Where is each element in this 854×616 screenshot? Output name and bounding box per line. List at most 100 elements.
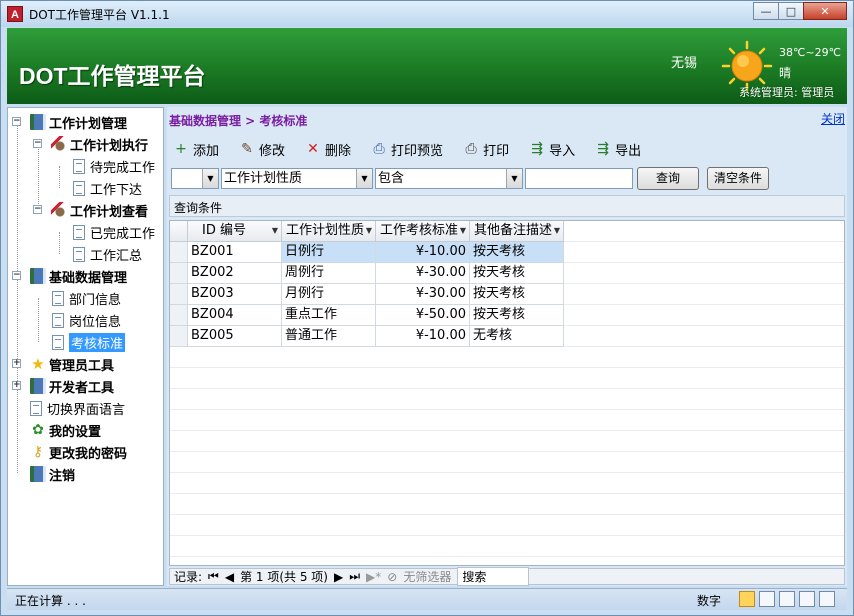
chevron-down-icon[interactable]: ▼ (356, 169, 372, 188)
column-header-plan-type[interactable]: 工作计划性质 ▼ (282, 221, 376, 242)
row-selector[interactable] (170, 242, 188, 263)
sort-dropdown-icon[interactable]: ▼ (554, 221, 560, 241)
column-header-remarks[interactable]: 其他备注描述 ▼ (470, 221, 564, 242)
previous-record-icon[interactable]: ◀ (225, 570, 234, 584)
sidebar-item-label: 切换界面语言 (47, 402, 126, 418)
chevron-down-icon[interactable]: ▼ (506, 169, 522, 188)
sidebar-item-work-plan[interactable]: − 工作计划管理 (12, 111, 127, 133)
cell-id[interactable]: BZ002 (188, 263, 282, 284)
sidebar-item-completed-work[interactable]: 已完成工作 (71, 221, 155, 243)
expand-icon[interactable]: + (12, 381, 21, 390)
column-header-label: 工作考核标准 (380, 223, 459, 238)
cell-plan-type[interactable]: 普通工作 (282, 326, 376, 347)
select-all-cell[interactable] (170, 221, 188, 242)
maximize-button[interactable]: □ (778, 2, 804, 20)
import-button[interactable]: ⇶ 导入 (529, 140, 575, 159)
sidebar-item-plan-view[interactable]: − 工作计划查看 (33, 199, 148, 221)
cell-plan-type[interactable]: 重点工作 (282, 305, 376, 326)
datasheet-view-icon[interactable] (759, 591, 775, 607)
sidebar-item-work-summary[interactable]: 工作汇总 (71, 243, 142, 265)
sidebar-item-admin-tools[interactable]: + ★ 管理员工具 (12, 353, 114, 375)
collapse-icon[interactable]: − (12, 271, 21, 280)
cell-standard[interactable]: ¥-30.00 (376, 263, 470, 284)
collapse-icon[interactable]: − (12, 117, 21, 126)
logic-select[interactable]: ▼ (171, 168, 219, 189)
sort-dropdown-icon[interactable]: ▼ (366, 221, 372, 241)
cell-id[interactable]: BZ003 (188, 284, 282, 305)
sidebar-item-change-password[interactable]: ⚷ 更改我的密码 (30, 441, 127, 463)
cell-remarks[interactable]: 按天考核 (470, 263, 564, 284)
first-record-icon[interactable]: ⏮ (208, 569, 219, 584)
delete-button[interactable]: ✕ 删除 (305, 140, 351, 159)
row-selector[interactable] (170, 284, 188, 305)
table-row[interactable]: BZ005 普通工作 ¥-10.00 无考核 (170, 326, 564, 347)
cell-standard[interactable]: ¥-50.00 (376, 305, 470, 326)
sort-dropdown-icon[interactable]: ▼ (272, 221, 278, 241)
sidebar-item-assessment-standards[interactable]: 考核标准 (50, 331, 126, 353)
last-record-icon[interactable]: ⏭ (349, 569, 360, 584)
row-selector[interactable] (170, 326, 188, 347)
row-selector[interactable] (170, 263, 188, 284)
close-tab-link[interactable]: 关闭 (821, 110, 845, 127)
table-row[interactable]: BZ003 月例行 ¥-30.00 按天考核 (170, 284, 564, 305)
query-button[interactable]: 查询 (637, 167, 699, 190)
add-button[interactable]: + 添加 (173, 140, 219, 159)
collapse-icon[interactable]: − (33, 205, 42, 214)
search-input[interactable]: 搜索 (457, 567, 530, 586)
edit-button[interactable]: ✎ 修改 (239, 140, 285, 159)
clear-conditions-button[interactable]: 清空条件 (707, 167, 769, 190)
cell-plan-type[interactable]: 月例行 (282, 284, 376, 305)
cell-standard[interactable]: ¥-10.00 (376, 326, 470, 347)
sidebar-item-switch-language[interactable]: 切换界面语言 (28, 397, 125, 419)
sidebar-item-plan-execution[interactable]: − 工作计划执行 (33, 133, 148, 155)
filter-value-input[interactable] (525, 168, 633, 189)
resize-grip-icon[interactable] (819, 591, 835, 607)
form-view-icon[interactable] (739, 591, 755, 607)
design-view-icon[interactable] (799, 591, 815, 607)
next-record-icon[interactable]: ▶ (334, 570, 343, 584)
expand-icon[interactable]: + (12, 359, 21, 368)
cell-remarks[interactable]: 无考核 (470, 326, 564, 347)
field-select[interactable]: 工作计划性质 ▼ (221, 168, 373, 189)
sidebar-item-positions[interactable]: 岗位信息 (50, 309, 121, 331)
document-icon (52, 334, 64, 350)
layout-view-icon[interactable] (779, 591, 795, 607)
cell-plan-type[interactable]: 周例行 (282, 263, 376, 284)
chevron-down-icon[interactable]: ▼ (202, 169, 218, 188)
edit-label: 修改 (259, 143, 286, 159)
minimize-button[interactable]: — (753, 2, 779, 20)
export-button[interactable]: ⇶ 导出 (595, 140, 641, 159)
column-header-standard[interactable]: 工作考核标准 ▼ (376, 221, 470, 242)
sidebar-item-base-data[interactable]: − 基础数据管理 (12, 265, 127, 287)
sidebar-item-my-settings[interactable]: ✿ 我的设置 (30, 419, 101, 441)
cell-id[interactable]: BZ004 (188, 305, 282, 326)
collapse-icon[interactable]: − (33, 139, 42, 148)
sidebar-item-work-assignment[interactable]: 工作下达 (71, 177, 142, 199)
cell-remarks[interactable]: 按天考核 (470, 284, 564, 305)
sidebar-item-departments[interactable]: 部门信息 (50, 287, 121, 309)
sort-dropdown-icon[interactable]: ▼ (460, 221, 466, 241)
cell-plan-type[interactable]: 日例行 (282, 242, 376, 263)
close-window-button[interactable]: ✕ (803, 2, 847, 20)
table-row[interactable]: BZ001 日例行 ¥-10.00 按天考核 (170, 242, 564, 263)
document-icon (73, 224, 85, 240)
table-row[interactable]: BZ004 重点工作 ¥-50.00 按天考核 (170, 305, 564, 326)
no-filter-label[interactable]: 无筛选器 (403, 568, 451, 585)
print-preview-button[interactable]: ⎙ 打印预览 (371, 140, 443, 159)
operator-select[interactable]: 包含 ▼ (375, 168, 523, 189)
print-button[interactable]: ⎙ 打印 (463, 140, 509, 159)
table-row[interactable]: BZ002 周例行 ¥-30.00 按天考核 (170, 263, 564, 284)
cell-remarks[interactable]: 按天考核 (470, 242, 564, 263)
cell-standard[interactable]: ¥-30.00 (376, 284, 470, 305)
sidebar-item-pending-work[interactable]: 待完成工作 (71, 155, 155, 177)
cell-id[interactable]: BZ001 (188, 242, 282, 263)
record-position[interactable]: 第 1 项(共 5 项) (240, 568, 328, 585)
cell-remarks[interactable]: 按天考核 (470, 305, 564, 326)
cell-id[interactable]: BZ005 (188, 326, 282, 347)
new-record-icon[interactable]: ▶* (366, 570, 381, 584)
sidebar-item-logout[interactable]: 注销 (30, 463, 75, 485)
cell-standard[interactable]: ¥-10.00 (376, 242, 470, 263)
column-header-id[interactable]: ID 编号 ▼ (188, 221, 282, 242)
row-selector[interactable] (170, 305, 188, 326)
sidebar-item-developer-tools[interactable]: + 开发者工具 (12, 375, 114, 397)
